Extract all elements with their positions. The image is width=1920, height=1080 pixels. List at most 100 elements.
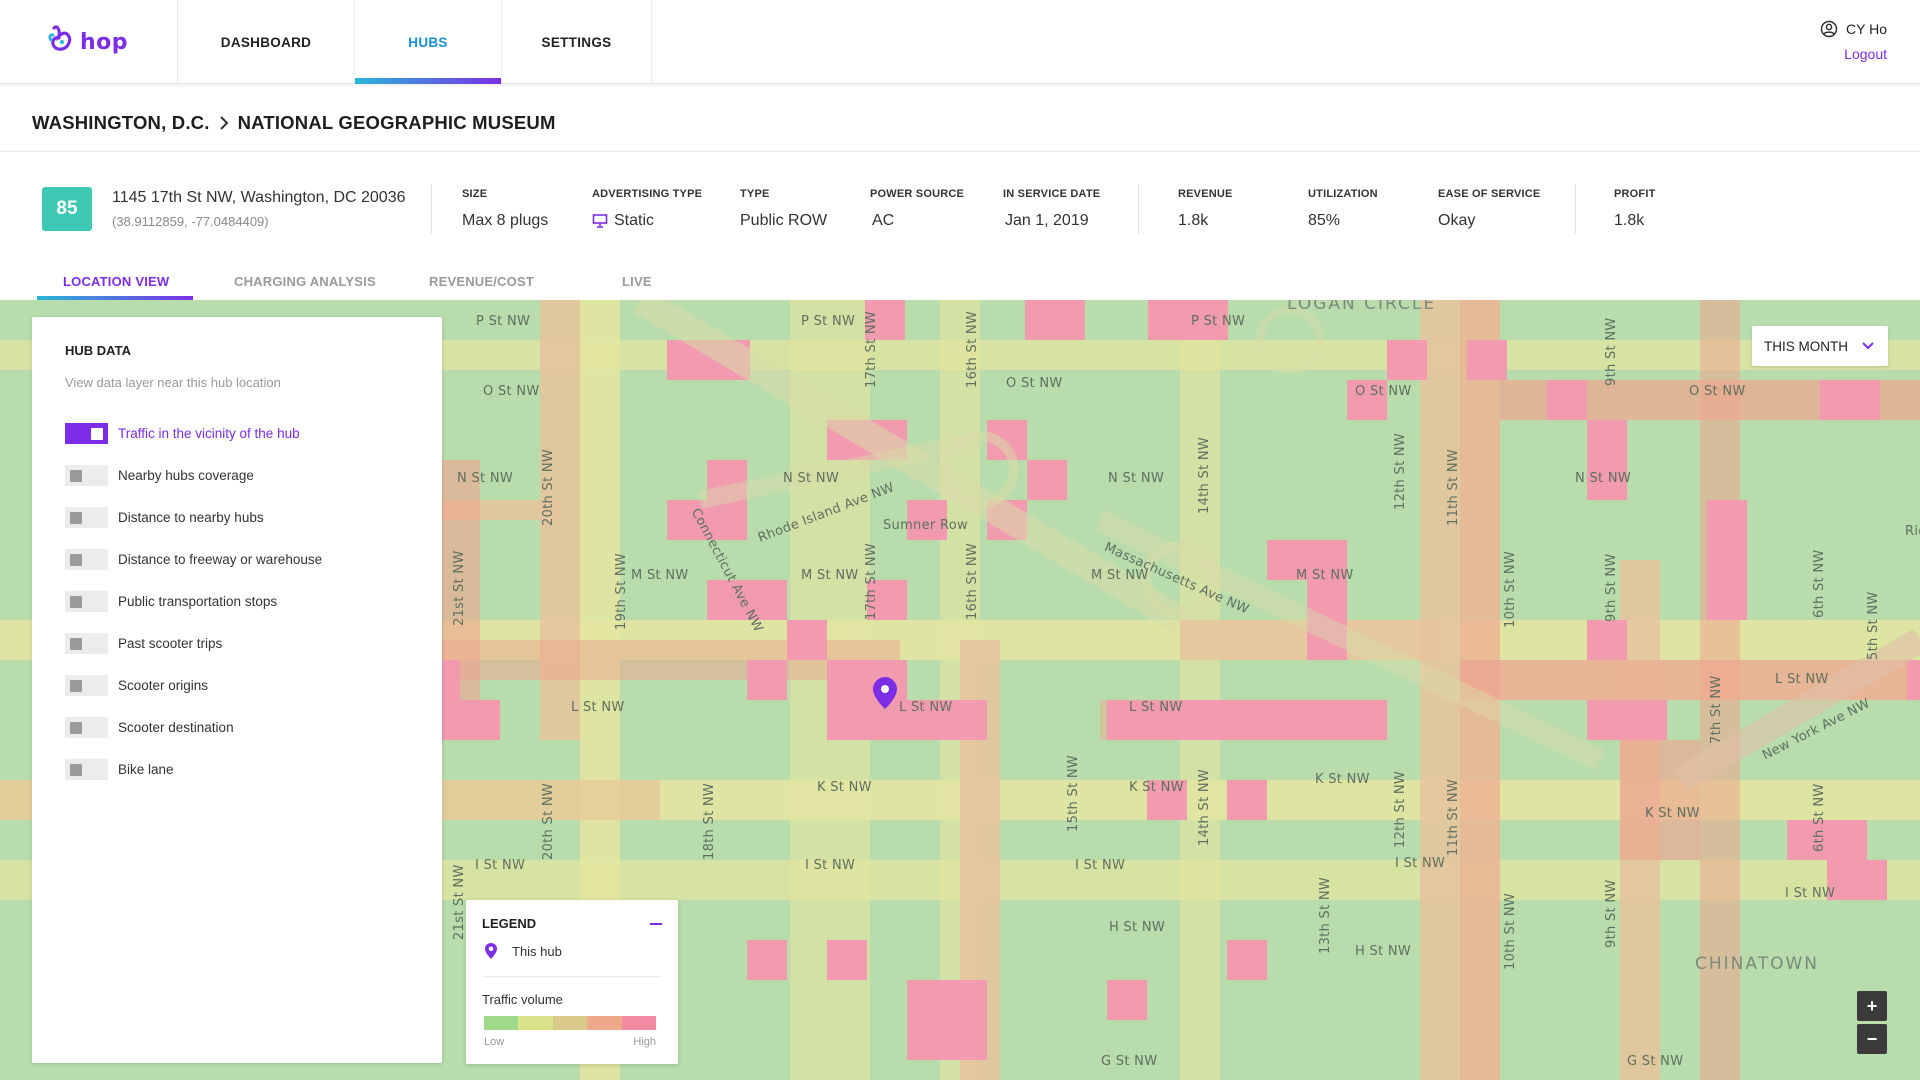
street-label: I St NW xyxy=(1395,856,1446,871)
legend-hub-row: This hub xyxy=(484,942,562,960)
street-label: 9th St NW xyxy=(1604,553,1619,623)
period-select[interactable]: THIS MONTH xyxy=(1752,326,1888,366)
layer-toggle[interactable] xyxy=(65,717,108,738)
street-label: 6th St NW xyxy=(1812,783,1827,853)
layer-toggle[interactable] xyxy=(65,549,108,570)
tab-charging-analysis[interactable]: CHARGING ANALYSIS xyxy=(234,274,376,289)
street-label: G St NW xyxy=(1627,1054,1684,1069)
stat-value: 1.8k xyxy=(1178,212,1209,229)
stat-value: AC xyxy=(872,212,895,229)
layer-label: Distance to freeway or warehouse xyxy=(118,552,323,567)
stat-type: TYPE Public ROW xyxy=(740,188,827,230)
layer-toggle[interactable] xyxy=(65,675,108,696)
layer-public-transport[interactable]: Public transportation stops xyxy=(65,591,277,612)
street-label: N St NW xyxy=(783,471,840,486)
stat-label: SIZE xyxy=(462,188,488,200)
traffic-color-scale xyxy=(484,1016,657,1030)
tab-location-view[interactable]: LOCATION VIEW xyxy=(63,274,169,289)
street-label: 18th St NW xyxy=(702,782,717,860)
logo-wordmark: hop xyxy=(80,29,129,55)
street-label: M St NW xyxy=(801,568,859,583)
street-label: 16th St NW xyxy=(965,310,980,388)
street-label: 6th St NW xyxy=(1812,549,1827,619)
legend-low-label: Low xyxy=(484,1036,505,1048)
nav-tab-label: DASHBOARD xyxy=(220,34,312,50)
stat-ease-of-service: EASE OF SERVICE Okay xyxy=(1438,188,1540,230)
stat-revenue: REVENUE 1.8k xyxy=(1178,188,1233,230)
street-label: 9th St NW xyxy=(1604,879,1619,949)
street-label: M St NW xyxy=(1296,568,1354,583)
layer-nearby-hubs-coverage[interactable]: Nearby hubs coverage xyxy=(65,465,254,486)
street-label: N St NW xyxy=(1108,471,1165,486)
legend-hub-label: This hub xyxy=(512,943,562,959)
scale-step xyxy=(484,1016,519,1030)
street-label: H St NW xyxy=(1109,920,1166,935)
street-label: 20th St NW xyxy=(541,448,556,526)
street-label: 14th St NW xyxy=(1197,436,1212,514)
nav-tab-dashboard[interactable]: DASHBOARD xyxy=(177,0,354,84)
panel-title: HUB DATA xyxy=(65,343,131,358)
stat-label: POWER SOURCE xyxy=(870,188,965,200)
street-label: O St NW xyxy=(1355,384,1412,399)
layer-toggle[interactable] xyxy=(65,591,108,612)
layer-label: Public transportation stops xyxy=(118,594,278,609)
divider xyxy=(1138,184,1139,234)
street-label: K St NW xyxy=(1129,780,1184,795)
layer-distance-freeway[interactable]: Distance to freeway or warehouse xyxy=(65,549,322,570)
map-legend: LEGEND This hub Traffic volume Low High xyxy=(466,900,678,1064)
legend-traffic-label: Traffic volume xyxy=(482,992,563,1007)
street-label: I St NW xyxy=(1785,886,1836,901)
layer-toggle[interactable] xyxy=(65,423,108,444)
user-name-row[interactable]: CY Ho xyxy=(1820,20,1887,38)
layer-distance-nearby-hubs[interactable]: Distance to nearby hubs xyxy=(65,507,264,528)
street-label: I St NW xyxy=(805,858,856,873)
chevron-down-icon xyxy=(1862,342,1874,350)
layer-past-scooter-trips[interactable]: Past scooter trips xyxy=(65,633,222,654)
stat-label: IN SERVICE DATE xyxy=(1003,188,1101,200)
layer-scooter-origins[interactable]: Scooter origins xyxy=(65,675,208,696)
stat-label: PROFIT xyxy=(1614,188,1656,200)
stat-value: 85% xyxy=(1308,212,1341,229)
layer-toggle[interactable] xyxy=(65,465,108,486)
street-label: L St NW xyxy=(1775,672,1829,687)
nav-tab-label: HUBS xyxy=(408,34,448,50)
stat-value: 1.8k xyxy=(1614,212,1645,229)
tab-live[interactable]: LIVE xyxy=(622,274,652,289)
street-label: K St NW xyxy=(1315,772,1370,787)
divider xyxy=(0,151,1920,152)
collapse-icon[interactable] xyxy=(650,923,662,925)
nav-tab-hubs[interactable]: HUBS xyxy=(354,0,501,84)
nav-tab-settings[interactable]: SETTINGS xyxy=(501,0,652,84)
divider xyxy=(431,184,432,234)
street-label: 12th St NW xyxy=(1393,770,1408,848)
chevron-right-icon xyxy=(219,116,229,130)
period-select-value: THIS MONTH xyxy=(1764,338,1848,354)
logout-link[interactable]: Logout xyxy=(1820,46,1887,62)
layer-toggle[interactable] xyxy=(65,759,108,780)
layer-toggle[interactable] xyxy=(65,633,108,654)
layer-traffic[interactable]: Traffic in the vicinity of the hub xyxy=(65,423,300,444)
street-label: Sumner Row xyxy=(883,518,968,533)
breadcrumb: WASHINGTON, D.C. NATIONAL GEOGRAPHIC MUS… xyxy=(32,112,556,134)
street-label: 13th St NW xyxy=(1318,876,1333,954)
zoom-out-button[interactable]: − xyxy=(1857,1024,1887,1054)
layer-toggle[interactable] xyxy=(65,507,108,528)
street-label: O St NW xyxy=(1006,376,1063,391)
zoom-in-button[interactable]: + xyxy=(1857,991,1887,1021)
layer-bike-lane[interactable]: Bike lane xyxy=(65,759,174,780)
layer-scooter-destination[interactable]: Scooter destination xyxy=(65,717,234,738)
neighborhood-label: LOGAN CIRCLE xyxy=(1287,300,1437,314)
panel-subtitle: View data layer near this hub location xyxy=(65,375,281,390)
street-label: 14th St NW xyxy=(1197,768,1212,846)
stat-label: REVENUE xyxy=(1178,188,1233,200)
rabbit-logo-icon xyxy=(48,25,72,51)
tab-revenue-cost[interactable]: REVENUE/COST xyxy=(429,274,534,289)
street-label: I St NW xyxy=(475,858,526,873)
scale-step xyxy=(587,1016,622,1030)
layer-label: Scooter origins xyxy=(118,678,209,693)
street-label: 20th St NW xyxy=(541,782,556,860)
breadcrumb-city[interactable]: WASHINGTON, D.C. xyxy=(32,112,210,134)
stat-profit: PROFIT 1.8k xyxy=(1614,188,1656,230)
hop-logo[interactable]: hop xyxy=(48,22,128,62)
street-label: L St NW xyxy=(571,700,625,715)
